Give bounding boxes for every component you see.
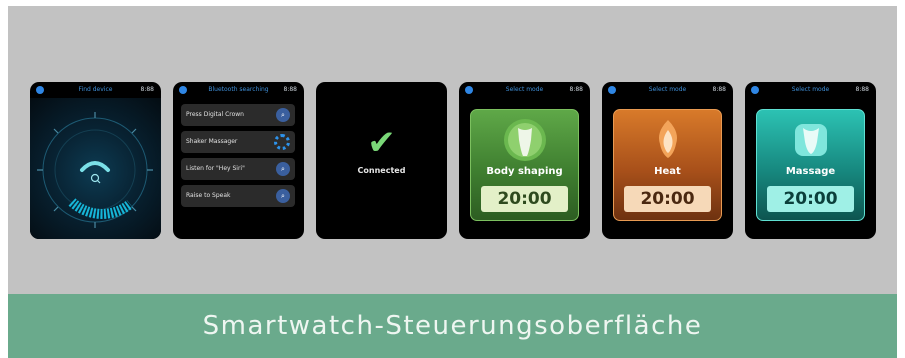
watch-mode-body-shaping: Select mode 8:88 Body shaping 20:00 xyxy=(459,82,590,239)
caption-banner: Smartwatch-Steuerungsoberfläche xyxy=(8,294,897,358)
status-bar: Select mode 8:88 xyxy=(459,82,590,98)
mode-duration: 20:00 xyxy=(624,186,711,212)
list-item-label: Listen for "Hey Siri" xyxy=(186,165,245,172)
radar-display xyxy=(30,98,161,239)
mode-name: Heat xyxy=(654,166,681,177)
watch-mode-heat: Select mode 8:88 Heat 20:00 xyxy=(602,82,733,239)
massage-icon xyxy=(794,124,827,156)
status-bar: Select mode 8:88 xyxy=(745,82,876,98)
list-item[interactable]: Listen for "Hey Siri" ⌕ xyxy=(181,158,295,180)
preview-area: Find device 8:88 Bluetooth searching 8:8… xyxy=(8,6,897,294)
status-bar: Select mode 8:88 xyxy=(602,82,733,98)
caption-text: Smartwatch-Steuerungsoberfläche xyxy=(202,311,703,341)
list-item-label: Press Digital Crown xyxy=(186,111,244,118)
watch-connected: ✔ Connected xyxy=(316,82,447,239)
search-icon: ⌕ xyxy=(276,162,290,176)
mode-card-massage[interactable]: Massage 20:00 xyxy=(756,109,865,221)
watch-find-device: Find device 8:88 xyxy=(30,82,161,239)
clock: 8:88 xyxy=(855,86,869,93)
clock: 8:88 xyxy=(712,86,726,93)
loading-spinner-icon xyxy=(274,134,290,150)
watch-mode-massage: Select mode 8:88 Massage 20:00 xyxy=(745,82,876,239)
checkmark-icon: ✔ xyxy=(367,123,396,163)
mode-name: Massage xyxy=(785,166,836,177)
search-icon: ⌕ xyxy=(276,189,290,203)
clock: 8:88 xyxy=(140,86,154,93)
mode-card-heat[interactable]: Heat 20:00 xyxy=(613,109,722,221)
list-item[interactable]: Shaker Massager xyxy=(181,131,295,153)
list-item[interactable]: Press Digital Crown ⌕ xyxy=(181,104,295,126)
search-icon: ⌕ xyxy=(276,108,290,122)
list-item-label: Raise to Speak xyxy=(186,192,231,199)
body-shaping-icon xyxy=(503,119,546,161)
list-item[interactable]: Raise to Speak ⌕ xyxy=(181,185,295,207)
mode-name: Body shaping xyxy=(486,166,563,177)
connection-status: Connected xyxy=(357,166,406,175)
clock: 8:88 xyxy=(283,86,297,93)
heat-icon xyxy=(658,120,677,158)
mode-duration: 20:00 xyxy=(481,186,568,212)
status-bar: Bluetooth searching 8:88 xyxy=(173,82,304,98)
mode-duration: 20:00 xyxy=(767,186,854,212)
list-item-label: Shaker Massager xyxy=(186,138,238,145)
watch-bluetooth-searching: Bluetooth searching 8:88 Press Digital C… xyxy=(173,82,304,239)
mode-card-body-shaping[interactable]: Body shaping 20:00 xyxy=(470,109,579,221)
status-bar: Find device 8:88 xyxy=(30,82,161,98)
clock: 8:88 xyxy=(569,86,583,93)
